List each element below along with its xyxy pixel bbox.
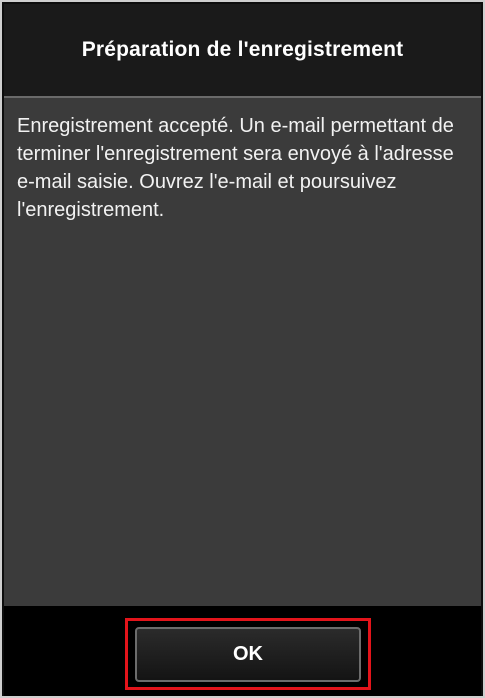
dialog-message: Enregistrement accepté. Un e-mail permet… [17, 115, 454, 221]
registration-dialog: Préparation de l'enregistrement Enregist… [0, 0, 485, 698]
ok-button[interactable]: OK [135, 627, 361, 682]
dialog-title: Préparation de l'enregistrement [81, 38, 404, 61]
dialog-title-bar: Préparation de l'enregistrement [4, 4, 481, 96]
dialog-content: Enregistrement accepté. Un e-mail permet… [4, 98, 481, 606]
dialog-footer: OK [4, 606, 481, 696]
